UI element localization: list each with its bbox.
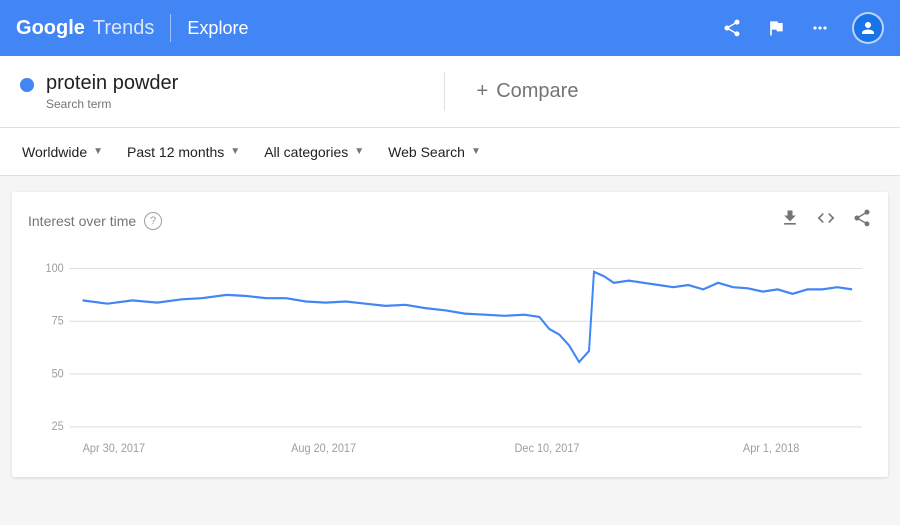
header-divider [170,14,171,42]
region-chevron: ▼ [93,146,103,157]
search-term: protein powder [46,72,178,95]
x-label-apr2018: Apr 1, 2018 [743,443,799,456]
search-type-label: Web Search [388,144,465,160]
x-label-dec2017: Dec 10, 2017 [515,443,580,456]
logo-letter-o1: o [32,17,44,39]
search-term-block: protein powder Search term [20,72,445,111]
search-area: protein powder Search term + Compare [0,56,900,128]
trend-line [83,272,853,362]
y-label-25: 25 [52,421,64,434]
x-label-apr2017: Apr 30, 2017 [83,443,145,456]
plus-icon: + [477,80,489,103]
compare-label: Compare [496,80,578,103]
embed-icon[interactable] [816,208,836,233]
term-color-dot [20,78,34,92]
search-type-filter[interactable]: Web Search ▼ [378,138,491,166]
share-chart-icon[interactable] [852,208,872,233]
share-icon[interactable] [720,16,744,40]
compare-block[interactable]: + Compare [445,80,881,103]
help-icon[interactable]: ? [144,212,162,230]
trend-chart-svg: 100 75 50 25 Apr 30, 2017 Aug 20, 2017 D… [28,241,872,461]
avatar-icon[interactable] [852,12,884,44]
main-content: Interest over time ? [0,176,900,493]
app-header: Google Trends Explore [0,0,900,56]
header-icons [720,12,884,44]
filters-bar: Worldwide ▼ Past 12 months ▼ All categor… [0,128,900,176]
explore-label: Explore [187,18,248,39]
logo-letter-g2: g [56,17,68,39]
x-label-aug2017: Aug 20, 2017 [291,443,356,456]
time-range-chevron: ▼ [230,146,240,157]
region-label: Worldwide [22,144,87,160]
header-left: Google Trends Explore [16,14,248,42]
chart-header: Interest over time ? [28,208,872,233]
term-info: protein powder Search term [46,72,178,111]
logo-letter-o2: o [44,17,56,39]
category-filter[interactable]: All categories ▼ [254,138,374,166]
google-trends-logo: Google Trends [16,17,154,40]
time-range-filter[interactable]: Past 12 months ▼ [117,138,250,166]
y-label-100: 100 [46,262,64,275]
search-type-chevron: ▼ [471,146,481,157]
chart-actions [780,208,872,233]
y-label-75: 75 [52,315,64,328]
trends-label: Trends [93,17,155,40]
logo-letter-g: G [16,17,32,39]
chart-title-area: Interest over time ? [28,212,162,230]
time-range-label: Past 12 months [127,144,224,160]
category-label: All categories [264,144,348,160]
category-chevron: ▼ [354,146,364,157]
grid-icon[interactable] [808,16,832,40]
trend-chart-container: 100 75 50 25 Apr 30, 2017 Aug 20, 2017 D… [28,241,872,461]
region-filter[interactable]: Worldwide ▼ [12,138,113,166]
search-term-type: Search term [46,97,178,111]
interest-over-time-card: Interest over time ? [12,192,888,477]
download-icon[interactable] [780,208,800,233]
y-label-50: 50 [52,368,64,381]
chart-title: Interest over time [28,213,136,229]
logo-letter-e: e [74,17,85,39]
flag-icon[interactable] [764,16,788,40]
